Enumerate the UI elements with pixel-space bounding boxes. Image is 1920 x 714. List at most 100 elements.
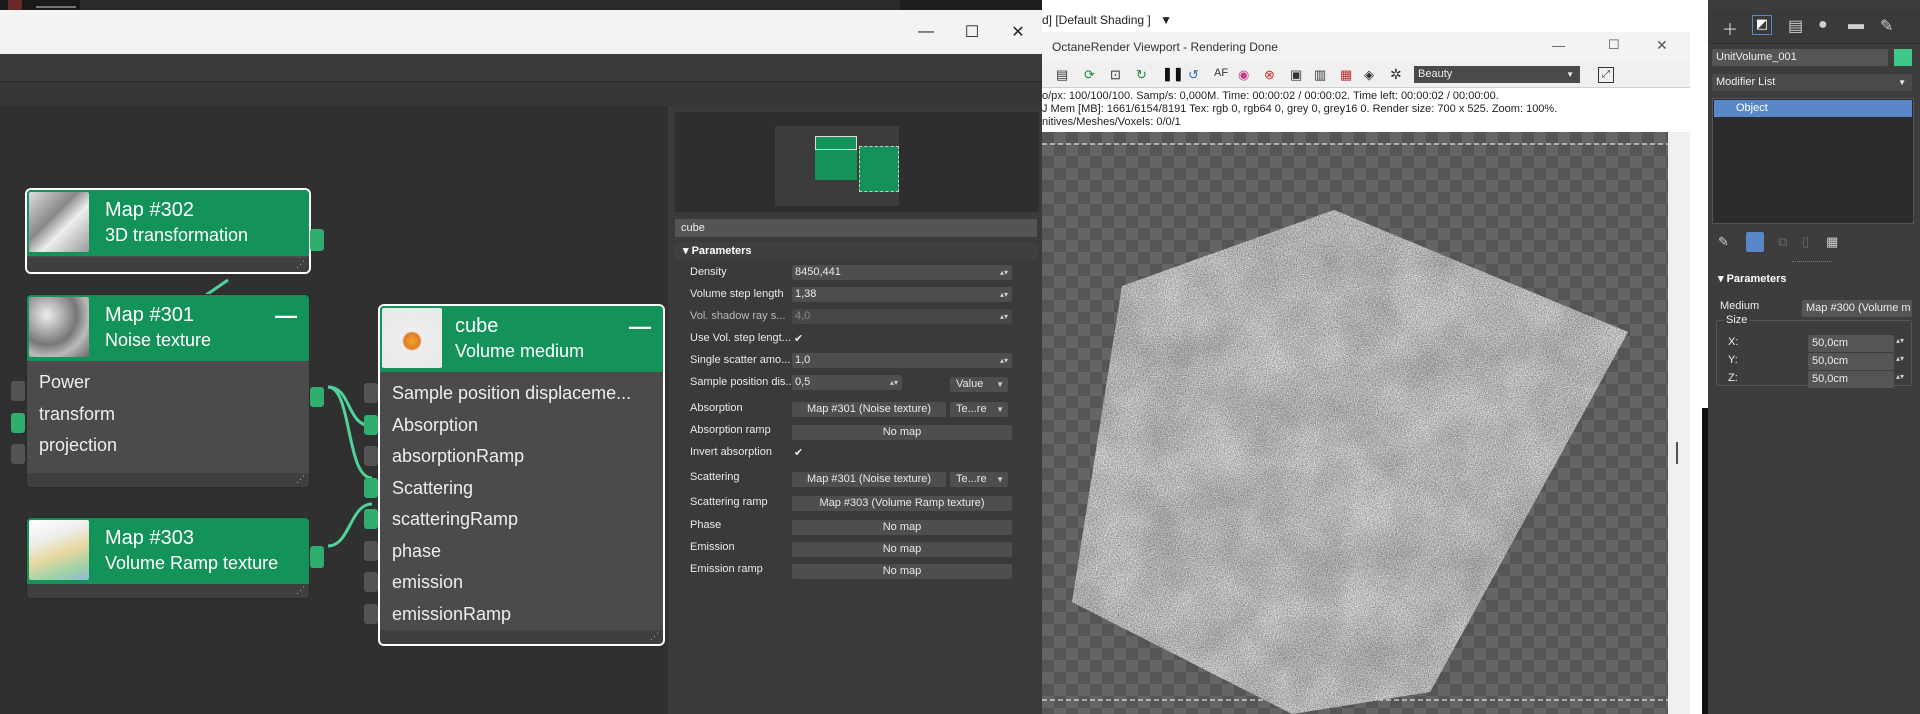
medium-map-button[interactable]: Map #300 (Volume m — [1802, 300, 1912, 317]
spinner-icon[interactable]: ▴▾ — [1000, 265, 1008, 280]
sample-pos-mode-dropdown[interactable]: Value ▼ — [950, 377, 1008, 392]
fit-icon[interactable]: ⤢ — [1598, 67, 1614, 83]
pause-icon[interactable]: ❚❚ — [1162, 66, 1184, 82]
sample-pos-spinner[interactable]: 0,5 ▴▾ — [792, 375, 902, 390]
phase-label: Phase — [690, 519, 722, 531]
maximize-button[interactable]: ☐ — [958, 18, 986, 46]
output-pin[interactable] — [310, 387, 324, 407]
parameters-rollout[interactable]: ▾ Parameters — [1712, 270, 1914, 288]
material-name-field[interactable]: cube — [675, 219, 1037, 237]
denoise-icon[interactable]: ▦ — [1340, 67, 1352, 83]
node-map303[interactable]: Map #303 Volume Ramp texture ⋰ — [27, 518, 309, 598]
render-pass-dropdown[interactable]: Beauty ▼ — [1414, 66, 1580, 83]
output-pin[interactable] — [310, 546, 324, 568]
resize-grip-icon[interactable]: ⋰ — [296, 259, 305, 270]
collapse-icon[interactable]: — — [275, 303, 297, 329]
node-cube[interactable]: cube Volume medium — Sample position dis… — [378, 304, 665, 646]
input-scattering-ramp: scatteringRamp — [392, 509, 519, 529]
phase-button[interactable]: No map — [792, 520, 1012, 535]
minimize-button[interactable]: — — [912, 18, 940, 46]
reset-icon[interactable]: ↺ — [1188, 67, 1199, 83]
vol-shadow-spinner[interactable]: 4,0 ▴▾ — [792, 309, 1012, 324]
input-pin[interactable] — [11, 381, 25, 401]
render-image[interactable] — [1042, 132, 1668, 714]
collapse-icon[interactable]: — — [629, 314, 651, 340]
object-name-field[interactable]: UnitVolume_001 — [1712, 49, 1888, 66]
spinner-icon[interactable]: ▴▾ — [1896, 336, 1904, 345]
lock-icon[interactable]: ⊡ — [1110, 67, 1121, 83]
output-pin[interactable] — [310, 229, 324, 251]
stack-item-object[interactable]: Object — [1714, 100, 1912, 117]
input-pin[interactable] — [364, 509, 378, 529]
absorption-mode-dropdown[interactable]: Te...re ▼ — [950, 402, 1008, 417]
display-icon[interactable]: ▬ — [1848, 16, 1864, 34]
spinner-icon[interactable]: ▴▾ — [1000, 353, 1008, 368]
input-pin[interactable] — [364, 572, 378, 592]
pin-icon[interactable]: ✎ — [1718, 234, 1729, 250]
parameters-rollout[interactable]: ▾ Parameters — [675, 242, 1037, 260]
spinner-icon[interactable]: ▴▾ — [1896, 372, 1904, 381]
show-end-result-icon[interactable] — [1746, 232, 1764, 252]
input-pin[interactable] — [364, 415, 378, 435]
minimize-button[interactable]: — — [1552, 38, 1565, 53]
scattering-mode-dropdown[interactable]: Te...re ▼ — [950, 472, 1008, 487]
input-pin[interactable] — [364, 446, 378, 466]
absorption-map-button[interactable]: Map #301 (Noise texture) — [792, 402, 946, 417]
maximize-button[interactable]: ☐ — [1608, 37, 1620, 53]
node-map302[interactable]: Map #302 3D transformation ⋰ — [25, 188, 311, 274]
resize-grip-icon[interactable]: ⋰ — [296, 585, 305, 596]
input-pin[interactable] — [364, 604, 378, 624]
aperture-icon[interactable]: AF — [1214, 67, 1228, 79]
node-map301[interactable]: Map #301 Noise texture — Power transform… — [27, 295, 309, 487]
filter-icon[interactable]: ▼ — [1160, 13, 1172, 27]
settings-icon[interactable]: ✲ — [1390, 66, 1402, 83]
scattering-map-button[interactable]: Map #301 (Noise texture) — [792, 472, 946, 487]
viewport-scrollbar[interactable] — [1668, 132, 1690, 714]
y-spinner[interactable]: 50,0cm — [1808, 353, 1894, 370]
restart-icon[interactable]: ⟳ — [1084, 67, 1095, 83]
close-button[interactable]: ✕ — [1004, 18, 1032, 46]
object-color-swatch[interactable] — [1894, 49, 1912, 66]
create-icon[interactable]: ＋ — [1722, 16, 1738, 40]
hierarchy-icon[interactable]: ▤ — [1788, 16, 1803, 36]
viewport-shading-label[interactable]: d] [Default Shading ] — [1042, 13, 1151, 27]
input-pin[interactable] — [364, 383, 378, 403]
input-pin[interactable] — [364, 478, 378, 498]
configure-icon[interactable]: ▦ — [1826, 234, 1838, 250]
modify-icon[interactable]: ◩ — [1752, 15, 1772, 35]
spinner-icon[interactable]: ▴▾ — [1000, 309, 1008, 324]
emission-button[interactable]: No map — [792, 542, 1012, 557]
modifier-list-dropdown[interactable]: Modifier List ▼ — [1712, 74, 1912, 91]
single-scatter-spinner[interactable]: 1,0 ▴▾ — [792, 353, 1012, 368]
spinner-icon[interactable]: ▴▾ — [1896, 354, 1904, 363]
color-icon[interactable]: ◉ — [1238, 67, 1249, 83]
resize-grip-icon[interactable]: ⋰ — [650, 631, 659, 642]
input-pin[interactable] — [11, 413, 25, 433]
z-spinner[interactable]: 50,0cm — [1808, 371, 1894, 388]
input-pin[interactable] — [11, 444, 25, 464]
scroll-thumb[interactable] — [1676, 442, 1678, 464]
save-icon[interactable]: ▤ — [1056, 67, 1068, 83]
use-vol-step-checkbox[interactable]: ✔ — [794, 332, 806, 345]
spinner-icon[interactable]: ▴▾ — [890, 375, 898, 390]
x-spinner[interactable]: 50,0cm — [1808, 335, 1894, 352]
density-spinner[interactable]: 8450,441 ▴▾ — [792, 265, 1012, 280]
emission-ramp-button[interactable]: No map — [792, 564, 1012, 579]
absorption-ramp-button[interactable]: No map — [792, 425, 1012, 440]
input-pin[interactable] — [364, 541, 378, 561]
refresh-icon[interactable]: ↻ — [1136, 67, 1147, 83]
close-button[interactable]: ✕ — [1656, 37, 1668, 54]
scattering-ramp-button[interactable]: Map #303 (Volume Ramp texture) — [792, 496, 1012, 511]
picker-icon[interactable]: ◈ — [1364, 67, 1374, 83]
invert-absorption-checkbox[interactable]: ✔ — [794, 446, 806, 459]
film-icon[interactable]: ▥ — [1314, 67, 1326, 83]
node-graph-canvas[interactable]: Map #302 3D transformation ⋰ Map #301 No… — [0, 106, 668, 714]
utilities-icon[interactable]: ✎ — [1880, 16, 1893, 36]
resize-grip-icon[interactable]: ⋰ — [296, 474, 305, 485]
single-scatter-value: 1,0 — [795, 354, 811, 366]
region-icon[interactable]: ▣ — [1290, 67, 1302, 83]
clay-icon[interactable]: ⊗ — [1264, 67, 1275, 83]
spinner-icon[interactable]: ▴▾ — [1000, 287, 1008, 302]
volume-step-spinner[interactable]: 1,38 ▴▾ — [792, 287, 1012, 302]
motion-icon[interactable]: ● — [1818, 16, 1828, 34]
